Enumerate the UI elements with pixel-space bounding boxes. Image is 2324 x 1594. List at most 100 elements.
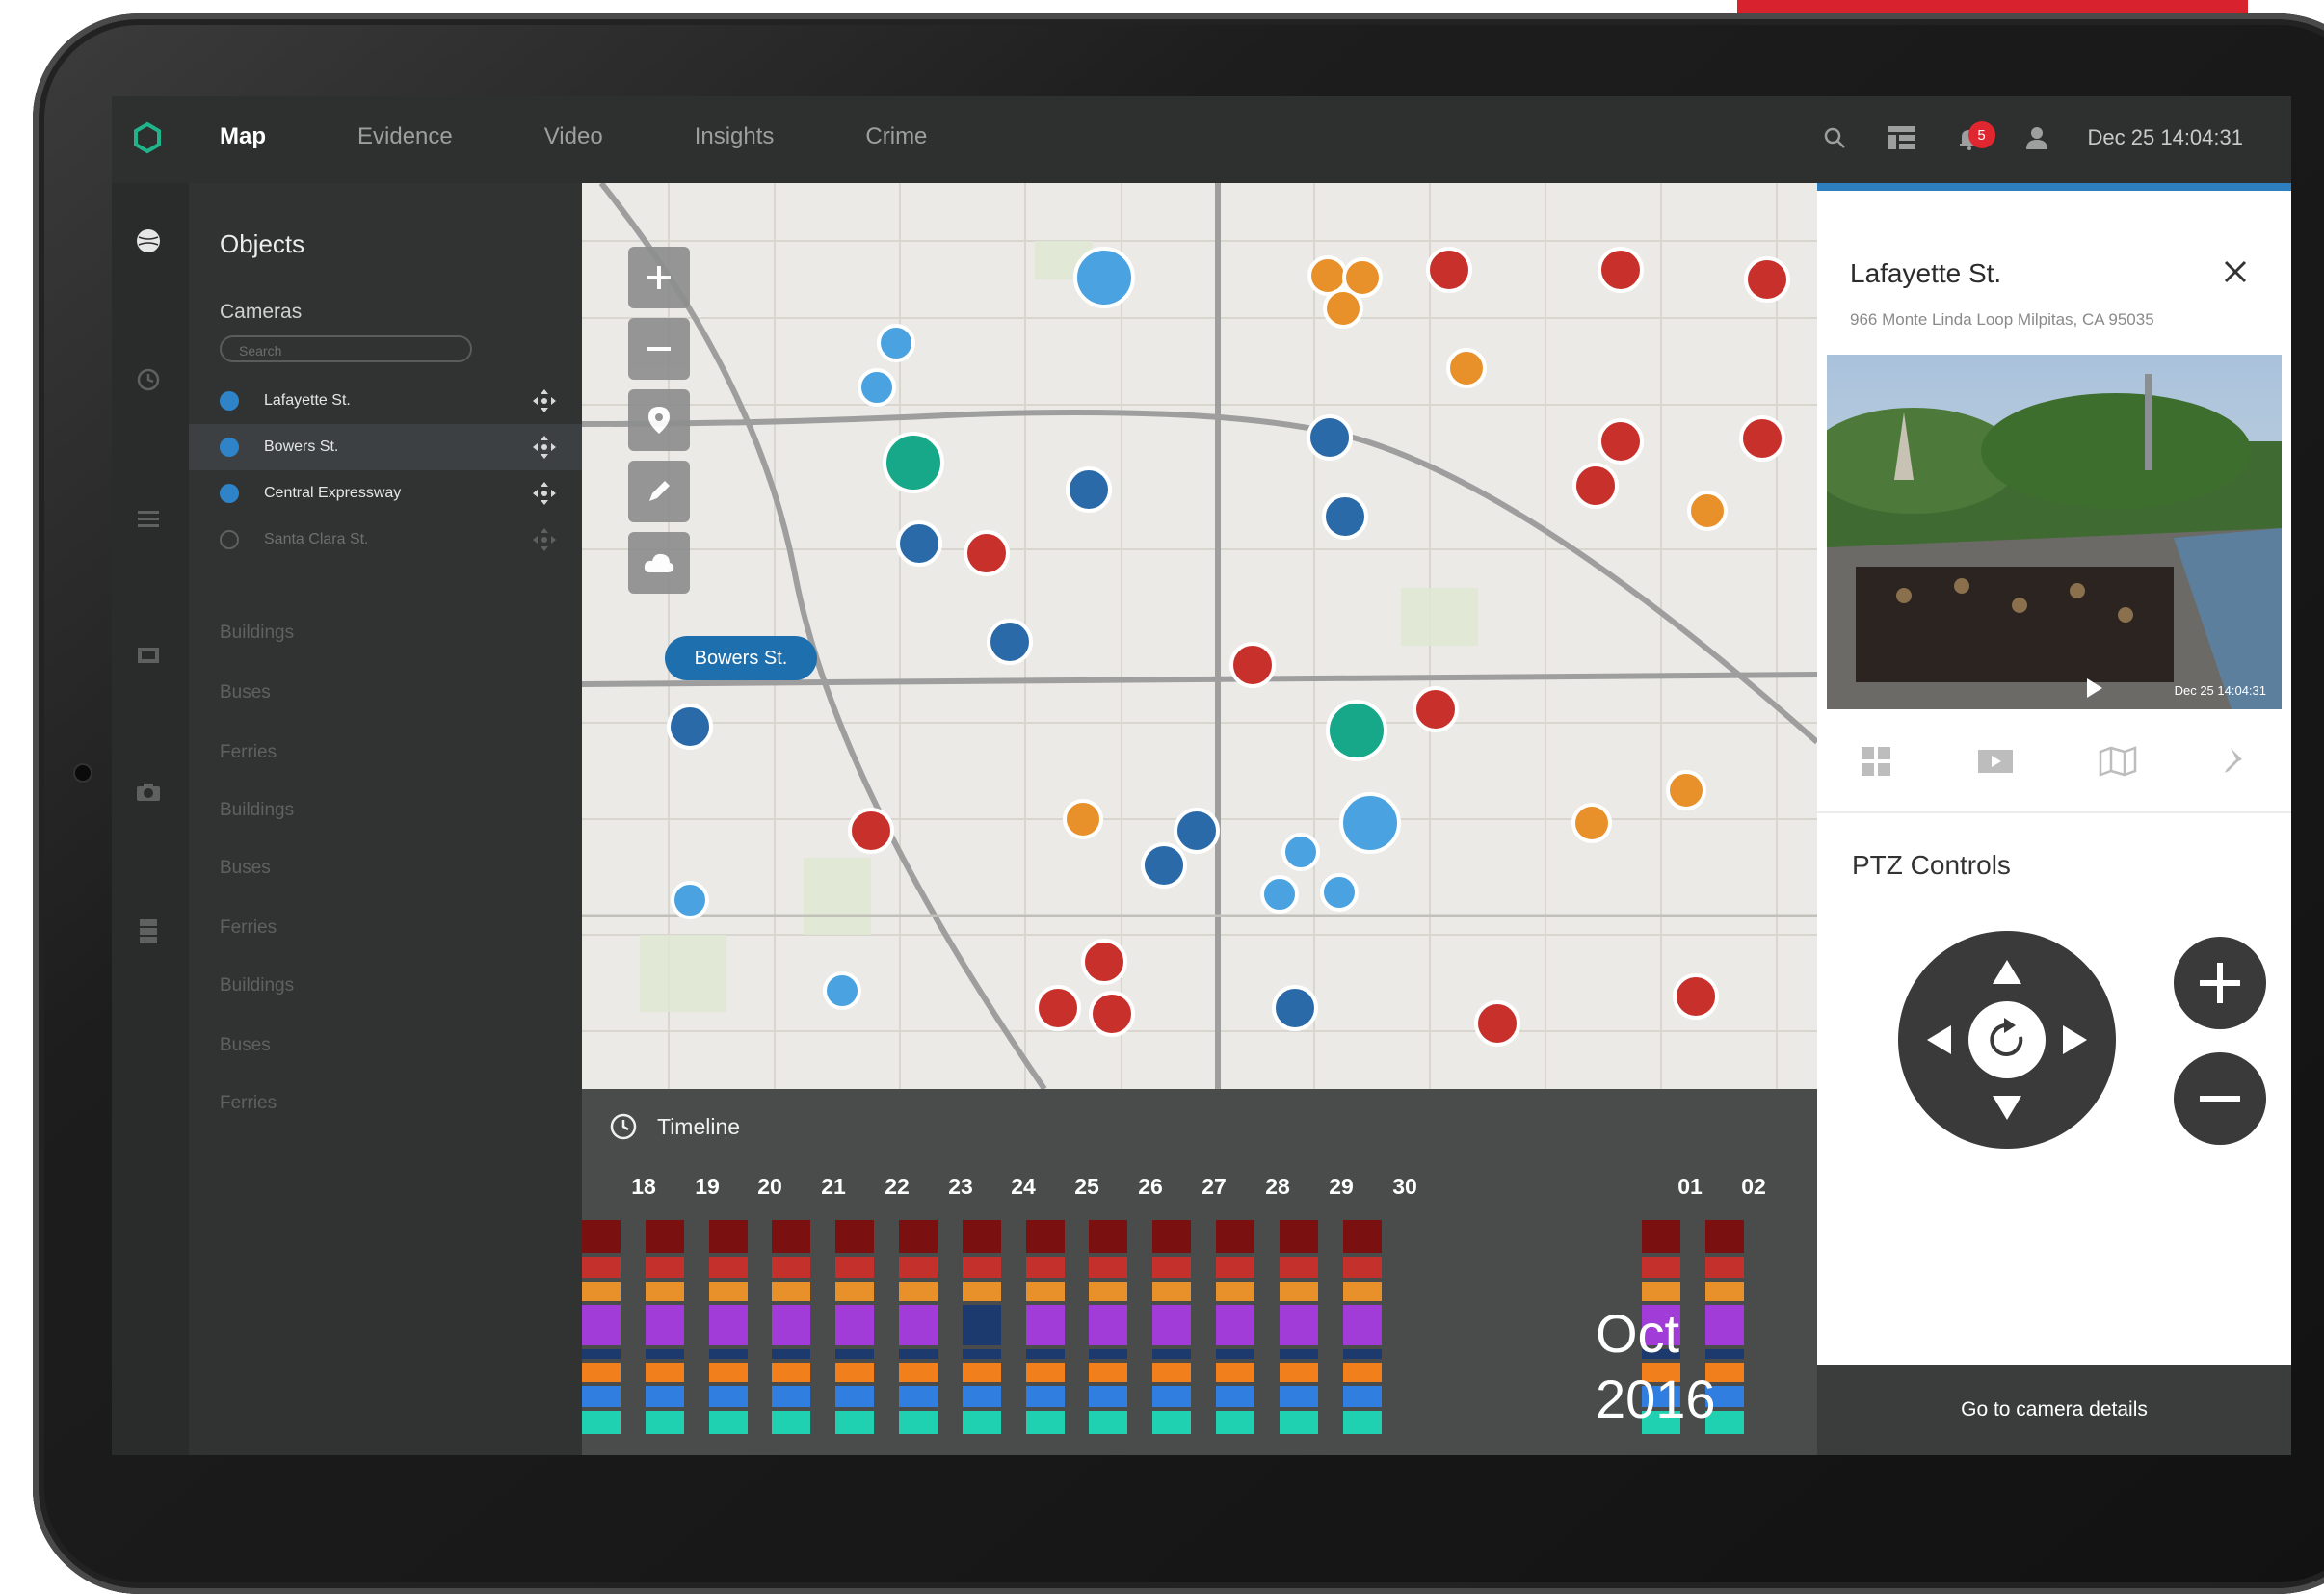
timeline-activity-bar[interactable]	[1089, 1220, 1128, 1455]
timeline-day[interactable]: 23	[941, 1174, 980, 1200]
timeline-day[interactable]: 24	[1004, 1174, 1043, 1200]
play-icon[interactable]	[2087, 678, 2102, 698]
timeline-activity-bar[interactable]	[1342, 1220, 1382, 1455]
activity-segment	[645, 1305, 684, 1345]
category-item[interactable]: Buildings	[220, 623, 294, 644]
category-item[interactable]: Buildings	[220, 800, 294, 821]
ptz-joystick[interactable]	[1898, 931, 2116, 1149]
nav-crime[interactable]: Crime	[865, 123, 927, 150]
camera-row-lafayette[interactable]: Lafayette St.	[189, 378, 582, 424]
weather-layer-button[interactable]	[628, 532, 690, 594]
activity-segment	[1089, 1349, 1128, 1359]
timeline-day[interactable]: 21	[814, 1174, 853, 1200]
clock-icon[interactable]	[131, 362, 166, 397]
camera-actions	[1817, 731, 2291, 792]
pin-icon[interactable]	[2221, 746, 2250, 777]
category-item[interactable]: Buses	[220, 682, 271, 704]
activity-segment	[645, 1363, 684, 1382]
timeline-day[interactable]: 25	[1068, 1174, 1106, 1200]
cameras-section-label: Cameras	[220, 301, 303, 323]
dashboard-icon[interactable]	[1886, 121, 1918, 154]
activity-segment	[1025, 1282, 1065, 1301]
timeline-activity-bar[interactable]	[772, 1220, 811, 1455]
category-item[interactable]: Buildings	[220, 975, 294, 996]
timeline-activity-bar[interactable]	[1279, 1220, 1318, 1455]
storage-icon[interactable]	[131, 914, 166, 948]
locate-icon[interactable]	[532, 388, 557, 413]
draw-button[interactable]	[628, 461, 690, 522]
camera-row-bowers[interactable]: Bowers St.	[189, 424, 582, 470]
map-selected-camera-label[interactable]: Bowers St.	[665, 636, 817, 680]
map-pin-icon	[648, 407, 670, 434]
camera-name: Santa Clara St.	[264, 531, 369, 547]
camera-row-santa-clara[interactable]: Santa Clara St.	[189, 517, 582, 563]
cloud-icon	[644, 553, 674, 572]
timeline-day[interactable]: 20	[751, 1174, 789, 1200]
user-icon[interactable]	[2020, 121, 2053, 154]
timeline-activity-bar[interactable]	[708, 1220, 748, 1455]
nav-insights[interactable]: Insights	[695, 123, 775, 150]
app-logo-icon[interactable]	[131, 121, 164, 154]
activity-segment	[1642, 1257, 1680, 1278]
activity-segment	[582, 1386, 621, 1407]
camera-search-input[interactable]: Search	[220, 335, 472, 362]
category-item[interactable]: Ferries	[220, 917, 277, 939]
zoom-out-button[interactable]	[628, 318, 690, 380]
timeline-day[interactable]: 18	[624, 1174, 663, 1200]
category-item[interactable]: Buses	[220, 858, 271, 879]
drop-pin-button[interactable]	[628, 389, 690, 451]
search-icon[interactable]	[1818, 121, 1851, 154]
minus-icon	[647, 347, 671, 351]
locate-icon[interactable]	[532, 527, 557, 552]
timeline-activity-bar[interactable]	[835, 1220, 875, 1455]
nav-video[interactable]: Video	[544, 123, 603, 150]
activity-segment	[1279, 1220, 1318, 1253]
activity-segment	[1152, 1257, 1192, 1278]
timeline-activity-bar[interactable]	[1025, 1220, 1065, 1455]
timeline-day[interactable]: 30	[1386, 1174, 1424, 1200]
locate-icon[interactable]	[532, 435, 557, 460]
map-view[interactable]: Bowers St.	[582, 183, 1817, 1089]
list-icon[interactable]	[131, 501, 166, 536]
timeline-activity-bar[interactable]	[1216, 1220, 1254, 1455]
camera-row-central[interactable]: Central Expressway	[189, 470, 582, 517]
timeline-year: 2016	[1596, 1368, 1716, 1429]
timeline-day[interactable]: 01	[1671, 1174, 1709, 1200]
timeline-panel: Timeline 18 19 20 21 22 23 24 25 26 27 2…	[582, 1089, 1817, 1455]
notifications-bell-icon[interactable]: 5	[1953, 121, 1995, 154]
timeline-day[interactable]: 26	[1131, 1174, 1170, 1200]
timeline-activity-bar[interactable]	[899, 1220, 938, 1455]
go-to-camera-details-button[interactable]: Go to camera details	[1817, 1365, 2291, 1455]
timeline-day[interactable]: 19	[688, 1174, 726, 1200]
category-item[interactable]: Ferries	[220, 742, 277, 763]
activity-segment	[645, 1386, 684, 1407]
activity-segment	[962, 1411, 1001, 1434]
close-icon[interactable]	[2220, 256, 2251, 287]
zoom-in-button[interactable]	[628, 247, 690, 308]
nav-map[interactable]: Map	[220, 123, 266, 150]
camera-live-feed[interactable]: Dec 25 14:04:31	[1827, 355, 2282, 709]
timeline-day[interactable]: 29	[1322, 1174, 1360, 1200]
film-icon[interactable]	[131, 638, 166, 673]
ptz-zoom-in-button[interactable]	[2174, 937, 2266, 1029]
film-icon[interactable]	[1976, 746, 2015, 777]
activity-segment	[708, 1305, 748, 1345]
timeline-activity-bar[interactable]	[962, 1220, 1001, 1455]
camera-icon[interactable]	[131, 775, 166, 810]
category-item[interactable]: Ferries	[220, 1093, 277, 1114]
nav-evidence[interactable]: Evidence	[357, 123, 453, 150]
timeline-day[interactable]: 22	[878, 1174, 916, 1200]
category-item[interactable]: Buses	[220, 1035, 271, 1056]
timeline-day[interactable]: 28	[1258, 1174, 1297, 1200]
ptz-zoom-out-button[interactable]	[2174, 1052, 2266, 1145]
activity-segment	[582, 1282, 621, 1301]
timeline-day[interactable]: 27	[1195, 1174, 1233, 1200]
timeline-day[interactable]: 02	[1734, 1174, 1773, 1200]
grid-view-icon[interactable]	[1860, 745, 1892, 778]
timeline-activity-bar[interactable]	[1152, 1220, 1192, 1455]
map-icon[interactable]	[2099, 746, 2137, 777]
timeline-activity-bar[interactable]	[645, 1220, 684, 1455]
globe-icon[interactable]	[131, 224, 166, 258]
locate-icon[interactable]	[532, 481, 557, 506]
timeline-activity-bar[interactable]	[582, 1220, 621, 1455]
